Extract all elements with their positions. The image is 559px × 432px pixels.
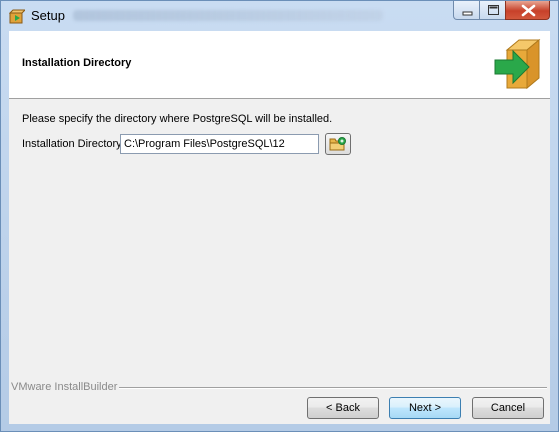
setup-app-icon (9, 9, 25, 24)
next-button[interactable]: Next > (389, 397, 461, 419)
close-button[interactable] (505, 1, 550, 20)
minimize-icon (462, 11, 473, 16)
installation-directory-input[interactable] (120, 134, 319, 154)
setup-window: Setup Installation Directory Please spec… (0, 0, 559, 432)
blurred-title-detail (73, 10, 383, 21)
content-panel: Please specify the directory where Postg… (9, 99, 550, 424)
green-arrow-into-box-icon (494, 38, 541, 90)
maximize-button[interactable] (479, 1, 506, 20)
close-icon (521, 4, 536, 17)
minimize-button[interactable] (453, 1, 480, 20)
footer-separator (113, 387, 547, 389)
folder-browse-icon (329, 137, 346, 151)
instruction-text: Please specify the directory where Postg… (22, 113, 333, 125)
dialog-client-area: Installation Directory Please specify th… (9, 31, 550, 424)
cancel-button[interactable]: Cancel (472, 397, 544, 419)
installation-directory-label: Installation Directory (22, 138, 122, 150)
title-bar[interactable]: Setup (1, 1, 558, 31)
back-button[interactable]: < Back (307, 397, 379, 419)
maximize-icon (488, 5, 499, 15)
browse-folder-button[interactable] (325, 133, 351, 155)
window-title: Setup (31, 8, 65, 23)
page-title: Installation Directory (22, 57, 132, 69)
header-panel: Installation Directory (9, 31, 550, 99)
installer-brand-label: VMware InstallBuilder (11, 381, 120, 393)
